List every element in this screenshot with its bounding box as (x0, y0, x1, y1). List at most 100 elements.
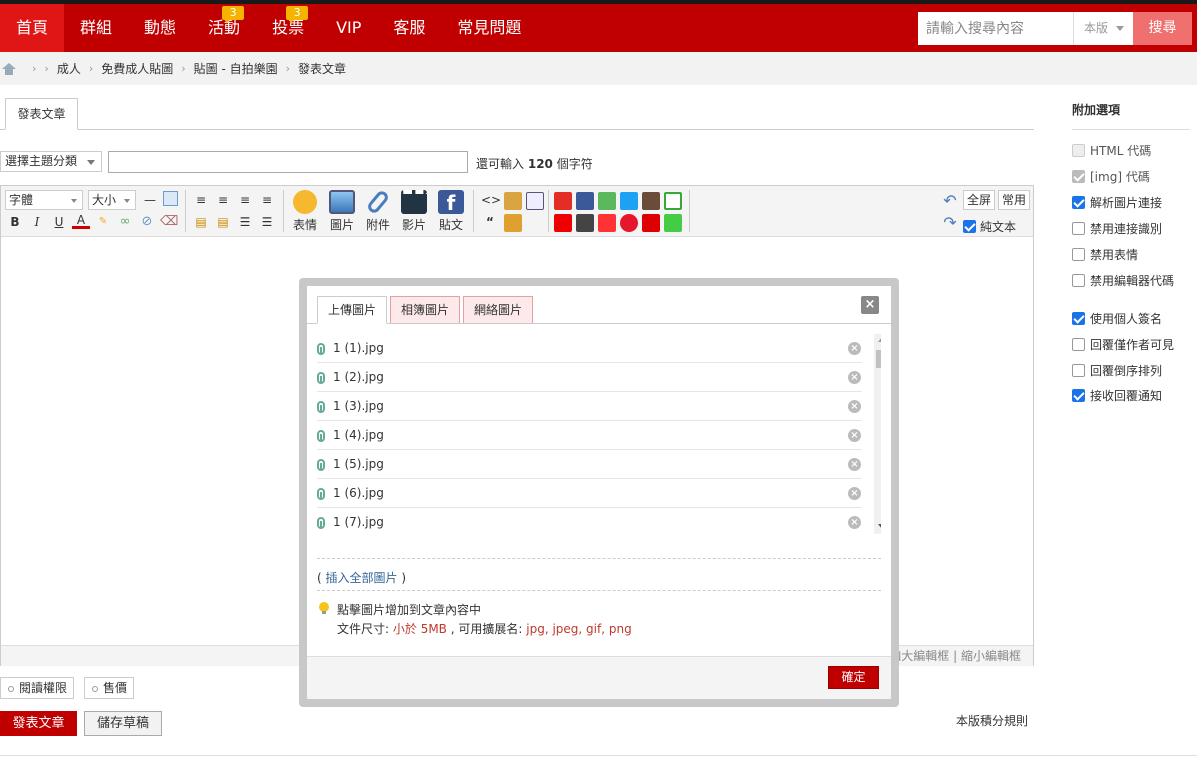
remove-icon[interactable]: × (848, 400, 861, 413)
file-row[interactable]: 1 (6).jpg × (317, 479, 862, 508)
undo-icon[interactable]: ↶ (941, 192, 959, 210)
scroll-down-icon[interactable] (878, 524, 881, 529)
option-reply-author-only[interactable]: 回覆僅作者可見 (1072, 336, 1174, 353)
file-name[interactable]: 1 (1).jpg (333, 334, 384, 363)
breadcrumb-item[interactable]: 貼圖 - 自拍樂園 (194, 60, 278, 77)
attachment-button[interactable]: 附件 (360, 188, 396, 234)
checkbox[interactable] (1072, 274, 1085, 287)
plain-text-toggle[interactable]: 純文本 (963, 218, 1016, 235)
confirm-button[interactable]: 確定 (828, 666, 879, 689)
align-left-icon[interactable]: ≡ (192, 191, 210, 209)
unordered-list-icon[interactable]: ☰ (258, 213, 276, 231)
facebook-small-icon[interactable] (576, 192, 594, 210)
read-permission-button[interactable]: 閱讀權限 (0, 677, 75, 699)
unlink-icon[interactable]: ⊘ (138, 213, 156, 231)
file-name[interactable]: 1 (7).jpg (333, 508, 384, 534)
file-row[interactable]: 1 (2).jpg × (317, 363, 862, 392)
option-reverse-replies[interactable]: 回覆倒序排列 (1072, 362, 1162, 379)
checkbox[interactable] (1072, 338, 1085, 351)
remove-icon[interactable]: × (848, 429, 861, 442)
play-icon[interactable] (664, 192, 682, 210)
font-family-select[interactable]: 字體 (5, 190, 83, 210)
close-icon[interactable]: × (861, 296, 879, 314)
ordered-list-icon[interactable]: ☰ (236, 213, 254, 231)
instagram-icon[interactable] (642, 192, 660, 210)
price-button[interactable]: 售價 (84, 677, 135, 699)
file-row[interactable]: 1 (1).jpg × (317, 334, 862, 363)
file-name[interactable]: 1 (3).jpg (333, 392, 384, 421)
option-disable-link-detect[interactable]: 禁用連接識別 (1072, 220, 1162, 237)
tab-post-article[interactable]: 發表文章 (5, 98, 78, 130)
credit-rules-link[interactable]: 本版積分規則 (956, 712, 1028, 729)
search-input[interactable] (918, 12, 1073, 45)
breadcrumb-item[interactable]: 成人 (57, 60, 81, 77)
highlight-icon[interactable]: ✎ (94, 213, 112, 231)
horizontal-rule-icon[interactable]: — (141, 191, 159, 209)
search-button[interactable]: 搜尋 (1133, 12, 1192, 45)
checkbox[interactable] (1072, 222, 1085, 235)
checkbox[interactable] (1072, 364, 1085, 377)
file-name[interactable]: 1 (5).jpg (333, 450, 384, 479)
option-disable-smilies[interactable]: 禁用表情 (1072, 246, 1138, 263)
nav-item-events[interactable]: 活動 3 (192, 4, 256, 52)
option-parse-image-links[interactable]: 解析圖片連接 (1072, 194, 1162, 211)
page-icon[interactable] (526, 192, 544, 210)
player-icon[interactable] (576, 214, 594, 232)
youtube-icon[interactable] (554, 192, 572, 210)
file-list-scrollbar[interactable] (874, 334, 881, 534)
tab-upload-image[interactable]: 上傳圖片 (317, 296, 388, 324)
nav-item-faq[interactable]: 常見問題 (441, 4, 537, 52)
link-icon[interactable]: ∞ (116, 213, 134, 231)
android-icon[interactable] (598, 192, 616, 210)
underline-icon[interactable]: U (50, 213, 68, 231)
scroll-thumb[interactable] (876, 350, 881, 368)
file-row[interactable]: 1 (4).jpg × (317, 421, 862, 450)
search-scope-select[interactable]: 本版 (1073, 12, 1133, 45)
weibo-icon[interactable] (620, 214, 638, 232)
align-right-icon[interactable]: ≡ (236, 191, 254, 209)
remove-icon[interactable]: × (848, 458, 861, 471)
redo-icon[interactable]: ↷ (941, 214, 959, 232)
option-disable-editor-code[interactable]: 禁用編輯器代碼 (1072, 272, 1174, 289)
file-name[interactable]: 1 (4).jpg (333, 421, 384, 450)
home-icon[interactable] (2, 62, 16, 75)
checkbox[interactable] (1072, 312, 1085, 325)
music-icon[interactable] (598, 214, 616, 232)
subject-input[interactable] (108, 151, 468, 173)
remove-icon[interactable]: × (848, 487, 861, 500)
checkbox[interactable] (1072, 196, 1085, 209)
float-left-icon[interactable]: ▤ (192, 213, 210, 231)
text-color-icon[interactable]: A (72, 213, 90, 229)
tab-album-image[interactable]: 相簿圖片 (390, 296, 461, 324)
clear-format-icon[interactable]: ⌫ (160, 213, 178, 231)
scroll-up-icon[interactable] (878, 337, 881, 342)
file-name[interactable]: 1 (2).jpg (333, 363, 384, 392)
shrink-editor-link[interactable]: 縮小編輯框 (961, 649, 1021, 663)
align-justify-icon[interactable]: ≡ (258, 191, 276, 209)
r-icon[interactable] (642, 214, 660, 232)
file-row[interactable]: 1 (7).jpg × (317, 508, 862, 534)
x-video-icon[interactable] (554, 214, 572, 232)
option-reply-notify[interactable]: 接收回覆通知 (1072, 387, 1162, 404)
table-icon[interactable] (163, 191, 178, 206)
remove-icon[interactable]: × (848, 371, 861, 384)
font-size-select[interactable]: 大小 (88, 190, 136, 210)
puzzle-icon[interactable] (664, 214, 682, 232)
hide-content-icon[interactable] (504, 214, 522, 232)
fullscreen-button[interactable]: 全屏 (963, 190, 996, 210)
nav-item-home[interactable]: 首頁 (0, 4, 65, 52)
emoji-button[interactable]: 表情 (287, 188, 323, 234)
common-mode-button[interactable]: 常用 (998, 190, 1031, 210)
bold-icon[interactable]: B (6, 213, 24, 231)
remove-icon[interactable]: × (848, 516, 861, 529)
nav-item-feed[interactable]: 動態 (128, 4, 192, 52)
quote-icon[interactable]: “ (481, 213, 499, 231)
checkbox[interactable] (1072, 389, 1085, 402)
remove-icon[interactable]: × (848, 342, 861, 355)
video-button[interactable]: 影片 (396, 188, 432, 234)
facebook-post-button[interactable]: f 貼文 (433, 188, 469, 234)
tab-web-image[interactable]: 網絡圖片 (463, 296, 534, 324)
nav-item-support[interactable]: 客服 (377, 4, 441, 52)
nav-item-vip[interactable]: VIP (320, 4, 377, 52)
image-button[interactable]: 圖片 (324, 188, 360, 234)
